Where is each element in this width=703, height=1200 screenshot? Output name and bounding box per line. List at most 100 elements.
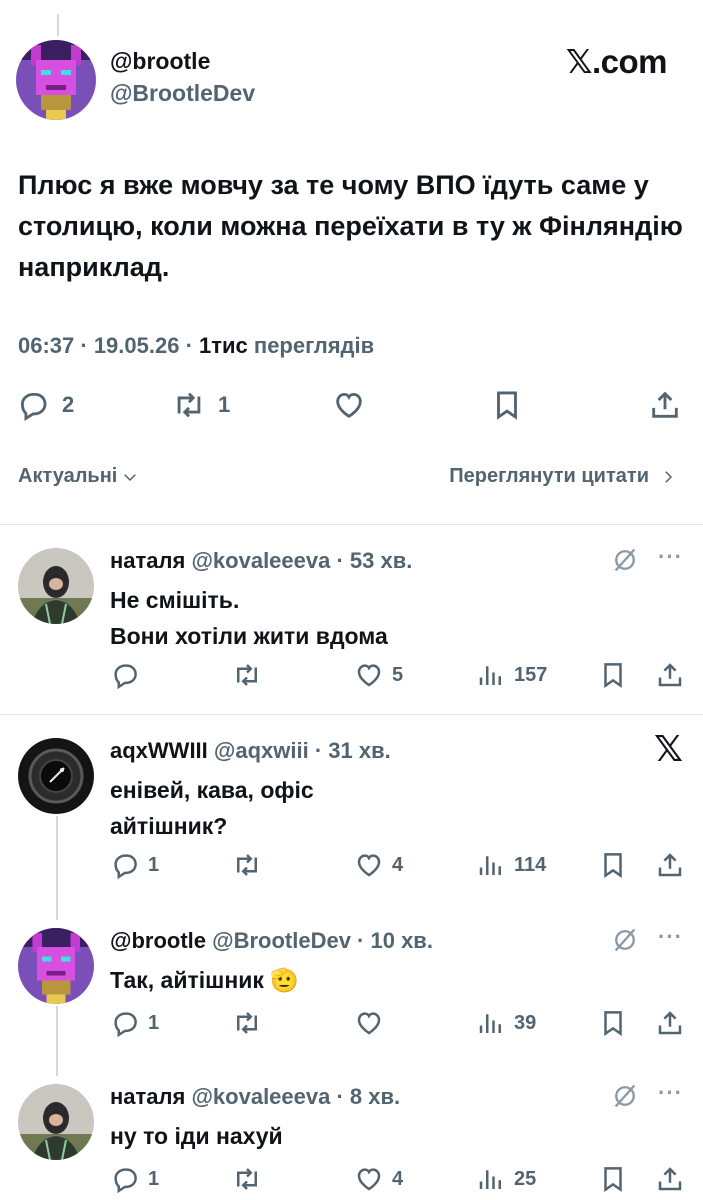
views-icon	[476, 1008, 506, 1038]
reply-button[interactable]: 2	[16, 388, 74, 422]
views-icon	[476, 850, 506, 880]
heart-icon	[354, 1164, 384, 1194]
bookmark-icon	[490, 388, 524, 422]
retweet-button[interactable]	[232, 1164, 262, 1194]
grok-icon[interactable]	[611, 546, 639, 574]
quotes-label: Переглянути цитати	[449, 465, 649, 487]
reply-text: ну то іди нахуй	[110, 1118, 283, 1154]
share-button[interactable]	[655, 1008, 685, 1038]
retweet-button[interactable]	[232, 850, 262, 880]
relevance-dropdown[interactable]: Актуальні	[18, 465, 139, 488]
reply-text: Не смішіть. Вони хотіли жити вдома	[110, 582, 388, 654]
views-button[interactable]: 39	[476, 1008, 536, 1038]
like-count: 4	[392, 1167, 404, 1190]
avatar[interactable]	[18, 1084, 94, 1160]
reply-author-name[interactable]: наталя	[110, 1084, 185, 1109]
reply-handle-time[interactable]: @kovaleeeva · 8 хв.	[185, 1084, 400, 1109]
tweet-meta: 06:37 · 19.05.26 · 1тис переглядів	[18, 333, 374, 359]
views-icon	[476, 1164, 506, 1194]
bookmark-icon	[598, 660, 628, 690]
like-button[interactable]: 5	[354, 660, 403, 690]
grok-icon[interactable]	[611, 926, 639, 954]
reply-button[interactable]: 1	[110, 1164, 159, 1194]
author-handle[interactable]: @BrootleDev	[110, 80, 255, 107]
reply-handle-time[interactable]: @aqxwiii · 31 хв.	[208, 738, 391, 763]
divider	[0, 524, 703, 525]
reply-icon	[110, 1008, 140, 1038]
avatar[interactable]	[18, 548, 94, 624]
like-button[interactable]	[332, 388, 366, 422]
views-button[interactable]: 157	[476, 660, 547, 690]
reply-header: наталя @kovaleeeva · 8 хв.	[110, 1084, 400, 1110]
divider	[0, 714, 703, 715]
author-display-name[interactable]: @brootle	[110, 48, 210, 75]
retweet-icon	[232, 1008, 262, 1038]
reply-author-name[interactable]: aqxWWIII	[110, 738, 208, 763]
views-button[interactable]: 25	[476, 1164, 536, 1194]
reply-button[interactable]: 1	[110, 850, 159, 880]
retweet-icon	[232, 850, 262, 880]
like-count: 5	[392, 663, 404, 686]
avatar[interactable]	[18, 928, 94, 1004]
share-button[interactable]	[648, 388, 682, 422]
views-button[interactable]: 114	[476, 850, 546, 880]
more-options-button[interactable]: ···	[658, 1080, 683, 1106]
views-count: 1тис	[199, 333, 248, 358]
reply-text-line: ну то іди нахуй	[110, 1123, 283, 1149]
tweet-timestamp[interactable]: 06:37 · 19.05.26 ·	[18, 333, 199, 358]
more-options-button[interactable]: ···	[658, 544, 683, 570]
tweet-text: Плюс я вже мовчу за те чому ВПО їдуть са…	[18, 170, 683, 282]
grok-icon[interactable]	[611, 1082, 639, 1110]
retweet-button[interactable]: 1	[172, 388, 230, 422]
bookmark-button[interactable]	[598, 1164, 628, 1194]
reply-count: 1	[148, 1167, 160, 1190]
retweet-button[interactable]	[232, 660, 262, 690]
reply-button[interactable]: 1	[110, 1008, 159, 1038]
bookmark-button[interactable]	[490, 388, 524, 422]
bookmark-button[interactable]	[598, 1008, 628, 1038]
site-label: 𝕏.com	[565, 43, 668, 80]
like-count: 4	[392, 853, 404, 876]
heart-icon	[354, 1008, 384, 1038]
avatar[interactable]	[18, 738, 94, 814]
reply-author-name[interactable]: @brootle	[110, 928, 206, 953]
reply-header: aqxWWIII @aqxwiii · 31 хв.	[110, 738, 391, 764]
share-button[interactable]	[655, 1164, 685, 1194]
reply-actions: 1 39	[0, 1008, 703, 1042]
heart-icon	[354, 850, 384, 880]
author-avatar[interactable]	[16, 40, 96, 120]
reply-text-line: енівей, кава, офіс	[110, 777, 314, 803]
share-button[interactable]	[655, 850, 685, 880]
reply-count: 2	[62, 392, 75, 417]
views-count: 157	[514, 663, 548, 686]
reply-button[interactable]	[110, 660, 140, 690]
view-quotes-link[interactable]: Переглянути цитати	[449, 465, 677, 488]
bookmark-icon	[598, 1164, 628, 1194]
share-icon	[655, 660, 685, 690]
share-icon	[655, 850, 685, 880]
reply-count: 1	[148, 1011, 160, 1034]
reply-text: Так, айтішник 🫡	[110, 962, 299, 998]
reply-handle-time[interactable]: @BrootleDev · 10 хв.	[206, 928, 433, 953]
relevance-label: Актуальні	[18, 465, 118, 487]
share-button[interactable]	[655, 660, 685, 690]
reply-count: 1	[148, 853, 160, 876]
reply-header: наталя @kovaleeeva · 53 хв.	[110, 548, 412, 574]
heart-icon	[354, 660, 384, 690]
like-button[interactable]: 4	[354, 1164, 403, 1194]
views-count: 25	[514, 1167, 537, 1190]
tweet-actions: 2 1	[0, 388, 703, 428]
like-button[interactable]	[354, 1008, 384, 1038]
more-options-button[interactable]: ···	[658, 924, 683, 950]
retweet-icon	[232, 660, 262, 690]
reply-text-line: айтішник?	[110, 813, 228, 839]
retweet-button[interactable]	[232, 1008, 262, 1038]
reply-handle-time[interactable]: @kovaleeeva · 53 хв.	[185, 548, 412, 573]
reply-icon	[16, 388, 50, 422]
bookmark-button[interactable]	[598, 850, 628, 880]
reply-author-name[interactable]: наталя	[110, 548, 185, 573]
chevron-down-icon	[124, 473, 137, 481]
chevron-right-icon	[665, 470, 673, 483]
like-button[interactable]: 4	[354, 850, 403, 880]
bookmark-button[interactable]	[598, 660, 628, 690]
